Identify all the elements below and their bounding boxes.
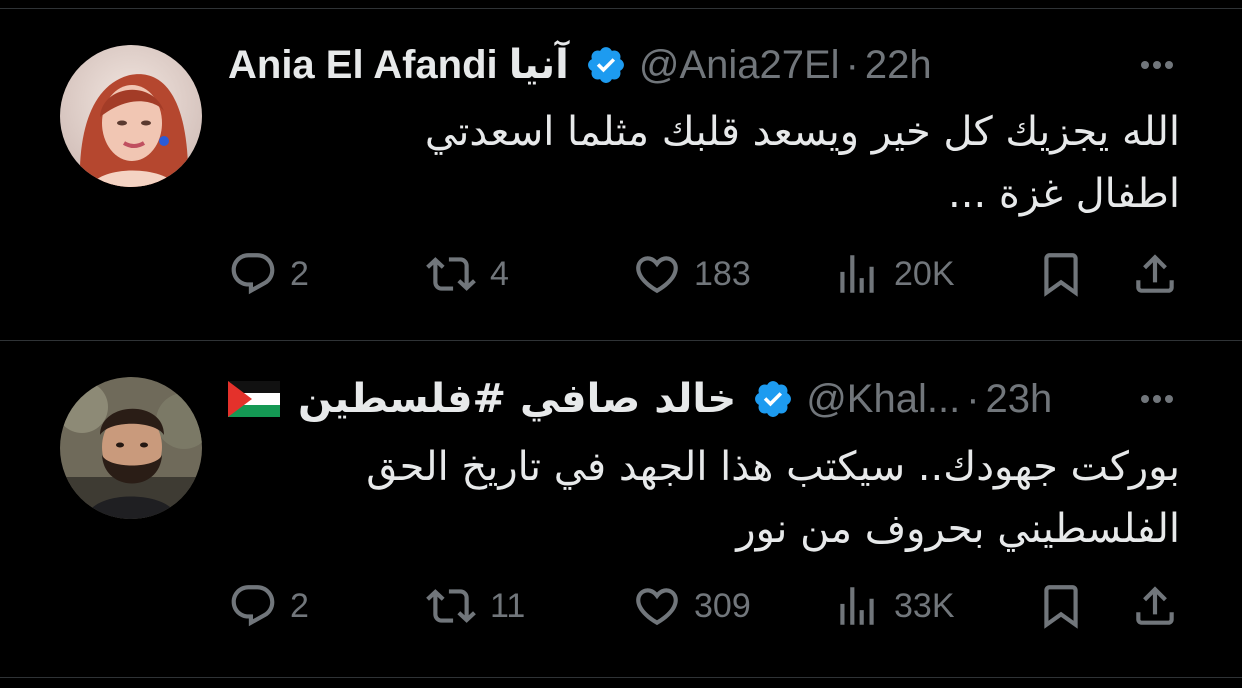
- like-icon: [632, 249, 682, 299]
- retweet-count: 4: [490, 254, 509, 293]
- verified-badge-icon: [752, 378, 794, 420]
- tweet-actions: 2 11 309 33K: [0, 576, 1242, 636]
- display-name[interactable]: خالد صافي #فلسطين: [298, 376, 736, 422]
- reply-count: 2: [290, 254, 309, 293]
- views-button[interactable]: 33K: [832, 576, 955, 636]
- like-count: 309: [694, 586, 751, 625]
- bookmark-icon: [1036, 581, 1086, 631]
- verified-badge-icon: [585, 44, 627, 86]
- tweet-text-line-2: اطفال غزة ...: [948, 171, 1180, 217]
- views-icon: [832, 249, 882, 299]
- tweet-text-line-1: بوركت جهودك.. سيكتب هذا الجهد في تاريخ ا…: [366, 444, 1180, 490]
- views-count: 20K: [894, 254, 955, 293]
- tweet-text: بوركت جهودك.. سيكتب هذا الجهد في تاريخ ا…: [228, 436, 1180, 560]
- like-button[interactable]: 183: [632, 244, 751, 304]
- tweet-text-line-2: الفلسطيني بحروف من نور: [736, 506, 1180, 552]
- views-icon: [832, 581, 882, 631]
- like-icon: [632, 581, 682, 631]
- share-button[interactable]: [1130, 576, 1180, 636]
- views-button[interactable]: 20K: [832, 244, 955, 304]
- avatar-ania[interactable]: [60, 45, 202, 187]
- share-icon: [1130, 249, 1180, 299]
- bookmark-button[interactable]: [1036, 576, 1086, 636]
- tweet-header: Ania El Afandi آنيا @Ania27El · 22h: [228, 40, 1182, 90]
- tweet-2[interactable]: خالد صافي #فلسطين @Khal... · 23h بوركت ج…: [0, 341, 1242, 677]
- separator-dot: ·: [845, 42, 859, 87]
- tweet-text-line-1: الله يجزيك كل خير ويسعد قلبك مثلما اسعدت…: [424, 109, 1180, 155]
- retweet-icon: [424, 249, 478, 299]
- avatar-khaled[interactable]: [60, 377, 202, 519]
- bookmark-button[interactable]: [1036, 244, 1086, 304]
- timestamp[interactable]: 23h: [986, 377, 1053, 422]
- tweet-1[interactable]: Ania El Afandi آنيا @Ania27El · 22h الله…: [0, 0, 1242, 340]
- like-count: 183: [694, 254, 751, 293]
- reply-icon: [228, 581, 278, 631]
- reply-icon: [228, 249, 278, 299]
- tweet-actions: 2 4 183 20K: [0, 244, 1242, 304]
- views-count: 33K: [894, 586, 955, 625]
- user-handle[interactable]: @Khal...: [806, 377, 960, 422]
- share-button[interactable]: [1130, 244, 1180, 304]
- bookmark-icon: [1036, 249, 1086, 299]
- reply-button[interactable]: 2: [228, 244, 309, 304]
- reply-button[interactable]: 2: [228, 576, 309, 636]
- reply-count: 2: [290, 586, 309, 625]
- user-handle[interactable]: @Ania27El: [639, 43, 840, 88]
- retweet-icon: [424, 581, 478, 631]
- bottom-divider: [0, 677, 1242, 678]
- display-name[interactable]: Ania El Afandi آنيا: [228, 42, 569, 88]
- tweet-text: الله يجزيك كل خير ويسعد قلبك مثلما اسعدت…: [228, 101, 1180, 225]
- more-icon[interactable]: [1132, 40, 1182, 90]
- more-icon[interactable]: [1132, 374, 1182, 424]
- retweet-count: 11: [490, 586, 526, 625]
- timestamp[interactable]: 22h: [865, 43, 932, 88]
- palestine-flag-icon: [228, 381, 280, 417]
- tweet-header: خالد صافي #فلسطين @Khal... · 23h: [228, 374, 1182, 424]
- retweet-button[interactable]: 4: [424, 244, 509, 304]
- separator-dot: ·: [966, 376, 980, 421]
- share-icon: [1130, 581, 1180, 631]
- retweet-button[interactable]: 11: [424, 576, 525, 636]
- like-button[interactable]: 309: [632, 576, 751, 636]
